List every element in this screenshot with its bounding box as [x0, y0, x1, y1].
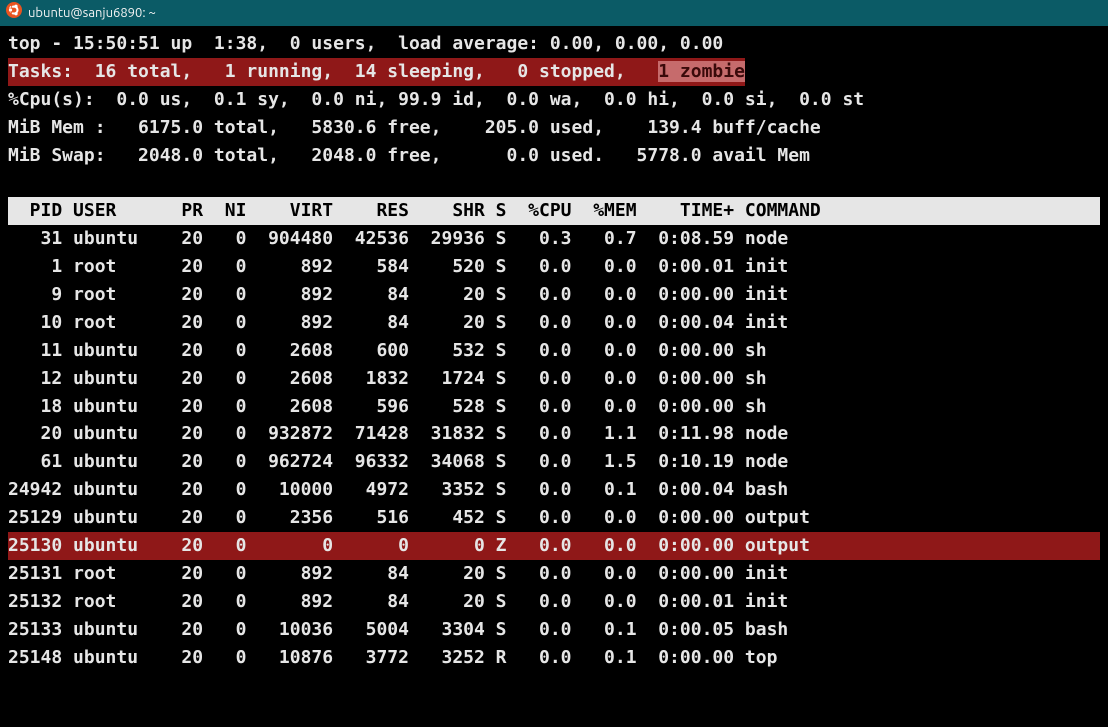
process-row: 25133 ubuntu 20 0 10036 5004 3304 S 0.0 … — [8, 616, 1100, 644]
top-summary-uptime: top - 15:50:51 up 1:38, 0 users, load av… — [8, 30, 1100, 58]
process-row: 24942 ubuntu 20 0 10000 4972 3352 S 0.0 … — [8, 476, 1100, 504]
top-summary-tasks: Tasks: 16 total, 1 running, 14 sleeping,… — [8, 58, 1100, 86]
top-summary-swap: MiB Swap: 2048.0 total, 2048.0 free, 0.0… — [8, 142, 1100, 170]
ubuntu-logo-icon — [6, 2, 22, 24]
process-table-body: 31 ubuntu 20 0 904480 42536 29936 S 0.3 … — [8, 225, 1100, 671]
process-row: 18 ubuntu 20 0 2608 596 528 S 0.0 0.0 0:… — [8, 393, 1100, 421]
top-summary-cpu: %Cpu(s): 0.0 us, 0.1 sy, 0.0 ni, 99.9 id… — [8, 86, 1100, 114]
process-row: 25132 root 20 0 892 84 20 S 0.0 0.0 0:00… — [8, 588, 1100, 616]
window-titlebar[interactable]: ubuntu@sanju6890: ~ — [0, 0, 1108, 26]
process-row: 61 ubuntu 20 0 962724 96332 34068 S 0.0 … — [8, 448, 1100, 476]
process-row: 31 ubuntu 20 0 904480 42536 29936 S 0.3 … — [8, 225, 1100, 253]
process-row: 20 ubuntu 20 0 932872 71428 31832 S 0.0 … — [8, 420, 1100, 448]
process-row-zombie: 25130 ubuntu 20 0 0 0 0 Z 0.0 0.0 0:00.0… — [8, 532, 1100, 560]
top-summary-mem: MiB Mem : 6175.0 total, 5830.6 free, 205… — [8, 114, 1100, 142]
process-row: 25131 root 20 0 892 84 20 S 0.0 0.0 0:00… — [8, 560, 1100, 588]
process-row: 1 root 20 0 892 584 520 S 0.0 0.0 0:00.0… — [8, 253, 1100, 281]
terminal-output[interactable]: top - 15:50:51 up 1:38, 0 users, load av… — [0, 26, 1108, 671]
window-title: ubuntu@sanju6890: ~ — [28, 3, 156, 23]
process-table-header: PID USER PR NI VIRT RES SHR S %CPU %MEM … — [8, 197, 1100, 225]
blank-line — [8, 169, 1100, 197]
process-row: 10 root 20 0 892 84 20 S 0.0 0.0 0:00.04… — [8, 309, 1100, 337]
process-row: 11 ubuntu 20 0 2608 600 532 S 0.0 0.0 0:… — [8, 337, 1100, 365]
process-row: 12 ubuntu 20 0 2608 1832 1724 S 0.0 0.0 … — [8, 365, 1100, 393]
process-row: 9 root 20 0 892 84 20 S 0.0 0.0 0:00.00 … — [8, 281, 1100, 309]
zombie-count-highlight: 1 zombie — [658, 61, 745, 82]
process-row: 25129 ubuntu 20 0 2356 516 452 S 0.0 0.0… — [8, 504, 1100, 532]
process-row: 25148 ubuntu 20 0 10876 3772 3252 R 0.0 … — [8, 644, 1100, 672]
